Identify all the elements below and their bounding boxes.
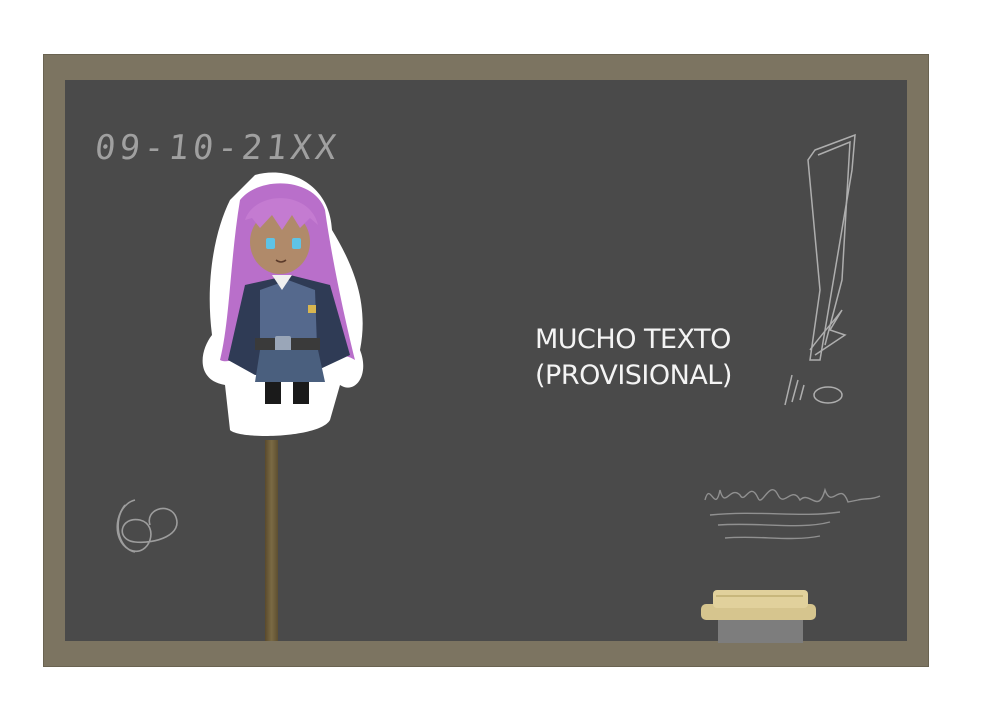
dialogue-line-1: MUCHO TEXTO	[535, 324, 731, 355]
dialogue-line-2: (PROVISIONAL)	[535, 360, 732, 391]
chalkboard: 09-10-21XX MUCHO TEXTO (PROVISIONAL)	[65, 80, 907, 643]
chalk-eraser[interactable]	[698, 588, 823, 643]
chibi-character-puppet[interactable]	[200, 170, 370, 445]
chalk-scribble-doodle	[116, 499, 178, 553]
puppet-stick	[265, 440, 278, 641]
chalkboard-frame: 09-10-21XX MUCHO TEXTO (PROVISIONAL)	[43, 54, 929, 667]
chalk-date: 09-10-21XX	[92, 128, 342, 168]
dialogue-text: MUCHO TEXTO (PROVISIONAL)	[535, 322, 732, 394]
chalk-exclamation-mark	[784, 133, 856, 406]
chalk-signature-scribble	[704, 487, 881, 540]
